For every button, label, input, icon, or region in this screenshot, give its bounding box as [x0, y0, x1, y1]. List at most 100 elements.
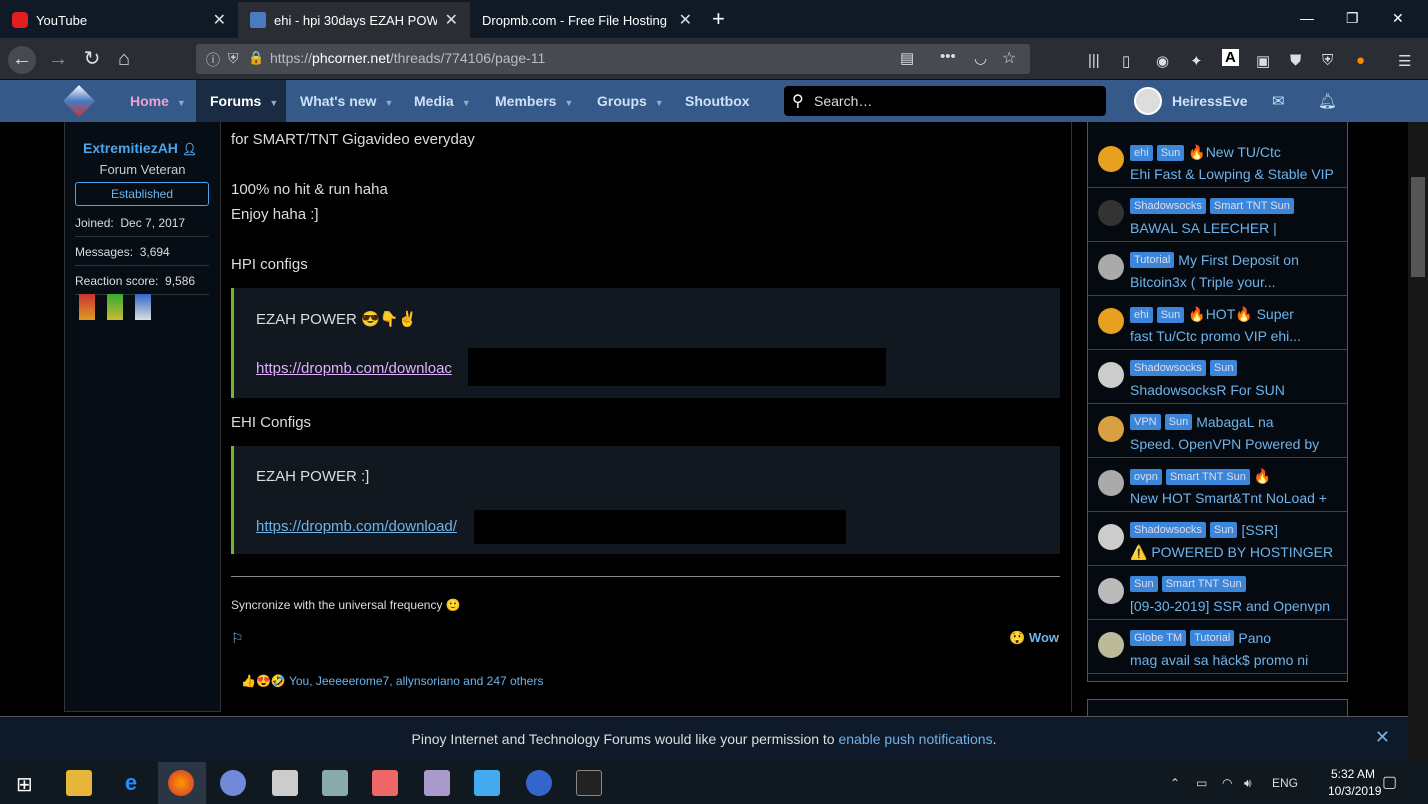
tab-dropmb[interactable]: Dropmb.com - Free File Hosting | D ✕ [470, 2, 704, 38]
page-scrollbar[interactable] [1408, 122, 1428, 762]
nav-home[interactable]: Home ▼ [130, 93, 186, 109]
edge-icon[interactable]: e [118, 770, 144, 796]
sidebar-thread-item[interactable]: ehi Sun 🔥HOT🔥 Super fast Tu/Ctc promo VIP e… [1088, 296, 1347, 350]
download-link[interactable]: https://dropmb.com/downloac [256, 360, 452, 377]
terminal-icon[interactable] [576, 770, 602, 796]
app-icon[interactable] [322, 770, 348, 796]
download-link[interactable]: https://dropmb.com/download/ [256, 518, 457, 535]
thread-title-line2[interactable]: Ehi Fast & Lowping & Stable VIP [1130, 166, 1334, 182]
thread-tag[interactable]: Sun [1209, 360, 1238, 376]
thread-tag[interactable]: Sun [1130, 576, 1158, 592]
thread-tag[interactable]: Sun [1156, 144, 1185, 161]
thread-title-line2[interactable]: BAWAL SA LEECHER | [1130, 220, 1277, 236]
account-icon[interactable]: ◉ [1156, 52, 1169, 70]
scrollbar-thumb[interactable] [1411, 177, 1425, 277]
wifi-icon[interactable]: ◠ [1222, 776, 1232, 790]
nav-media[interactable]: Media ▼ [414, 93, 471, 109]
privacy-icon[interactable]: ⛨ [1322, 52, 1333, 69]
thread-title-line2[interactable]: ShadowsocksR For SUN [1130, 382, 1285, 398]
reaction-list[interactable]: 👍😍🤣 You, Jeeeeerome7, allynsoriano and 2… [241, 674, 543, 688]
sidebar-thread-item[interactable]: Shadowsocks Sun ShadowsocksR For SUN [1088, 350, 1347, 404]
thread-title-line2[interactable]: [09-30-2019] SSR and Openvpn [1130, 598, 1330, 614]
clock[interactable]: 5:32 AM 10/3/2019 [1328, 766, 1381, 800]
tab-ehi[interactable]: ehi - hpi 30days EZAH POWER :] ✕ [238, 2, 470, 38]
reader-view-icon[interactable]: ▤ [900, 49, 914, 67]
tray-expand-icon[interactable]: ⌃ [1170, 776, 1180, 790]
ublock-icon[interactable]: ⛊ [1290, 52, 1301, 69]
inbox-icon[interactable]: ✉ [1272, 92, 1285, 110]
thread-tag[interactable]: Sun [1156, 306, 1185, 323]
search-input[interactable]: ⚲ Search… [784, 86, 1106, 116]
nav-shoutbox[interactable]: Shoutbox [685, 93, 750, 109]
avatar[interactable] [1098, 146, 1124, 172]
shield-icon[interactable]: ⛨ [228, 50, 239, 67]
avatar[interactable] [1098, 524, 1124, 550]
thread-tag[interactable]: Smart TNT Sun [1209, 198, 1294, 214]
thread-title-line2[interactable]: mag avail sa häck$ promo ni [1130, 652, 1308, 668]
thread-tag[interactable]: Globe TM [1130, 630, 1187, 646]
close-icon[interactable]: ✕ [679, 10, 692, 30]
avatar[interactable] [1098, 200, 1124, 226]
maximize-icon[interactable]: ❐ [1346, 10, 1359, 27]
avatar[interactable] [1098, 632, 1124, 658]
window-close-icon[interactable]: ✕ [1392, 10, 1404, 27]
thread-tag[interactable]: Shadowsocks [1130, 198, 1206, 214]
bell-icon[interactable]: 🔔︎ [1318, 92, 1337, 110]
avatar[interactable] [1098, 416, 1124, 442]
thread-tag[interactable]: ehi [1130, 144, 1153, 161]
sidebar-thread-item[interactable]: VPN Sun MabagaL na Speed. OpenVPN Powered b… [1088, 404, 1347, 458]
thread-tag[interactable]: Shadowsocks [1130, 360, 1206, 376]
poster-name[interactable]: ExtremitiezAH 👤︎ [83, 140, 197, 156]
firefox-icon[interactable] [168, 770, 194, 796]
windows-start-icon[interactable]: ⊞ [16, 772, 33, 797]
sidebar-icon[interactable]: ▯ [1122, 52, 1130, 70]
close-icon[interactable]: ✕ [1375, 727, 1390, 748]
thread-tag[interactable]: ehi [1130, 306, 1153, 323]
thread-tag[interactable]: Tutorial [1190, 630, 1235, 646]
forward-icon[interactable]: → [44, 46, 72, 74]
thread-tag[interactable]: Sun [1164, 414, 1193, 430]
volume-icon[interactable]: 🔊︎ [1244, 776, 1252, 791]
thread-title[interactable]: [SSR] [1241, 522, 1278, 538]
thread-title-line2[interactable]: ⚠️ POWERED BY HOSTINGER [1130, 544, 1333, 561]
thread-tag[interactable]: Tutorial [1130, 252, 1175, 268]
nav-groups[interactable]: Groups ▼ [597, 93, 664, 109]
nav-whats-new[interactable]: What's new ▼ [300, 93, 393, 109]
sidebar-thread-item[interactable]: Tutorial My First Deposit on Bitcoin3x ( T… [1088, 242, 1347, 296]
close-icon[interactable]: ✕ [445, 10, 458, 30]
enable-push-link[interactable]: enable push notifications [838, 731, 992, 747]
file-explorer-icon[interactable] [66, 770, 92, 796]
discord-icon[interactable] [220, 770, 246, 796]
sidebar-thread-item[interactable]: Shadowsocks Sun [SSR] ⚠️ POWERED BY HOSTING… [1088, 512, 1347, 566]
url-bar[interactable]: ⓘ ⛨ 🔒 https://phcorner.net/threads/77410… [196, 44, 1030, 74]
app-icon[interactable] [526, 770, 552, 796]
extension-icon[interactable]: ✦ [1190, 52, 1203, 70]
avatar[interactable] [1098, 308, 1124, 334]
sidebar-thread-item[interactable]: ehi Sun 🔥New TU/Ctc Ehi Fast & Lowping & St… [1088, 134, 1347, 188]
notification-center-icon[interactable]: ▢ [1382, 772, 1397, 792]
paint-icon[interactable] [424, 770, 450, 796]
thread-tag[interactable]: ovpn [1130, 468, 1162, 485]
avatar[interactable] [1098, 254, 1124, 280]
thread-title[interactable]: MabagaL na [1196, 414, 1273, 430]
url-text[interactable]: https://phcorner.net/threads/774106/page… [270, 50, 545, 66]
reload-icon[interactable]: ↻ [78, 46, 106, 74]
library-icon[interactable]: ||| [1088, 52, 1100, 69]
nav-forums[interactable]: Forums ▼ [210, 93, 278, 109]
thread-title-line2[interactable]: fast Tu/Ctc promo VIP ehi... [1130, 328, 1301, 344]
speaker-app-icon[interactable] [372, 770, 398, 796]
wow-reaction-button[interactable]: 😲 Wow [1009, 630, 1059, 646]
thread-title[interactable]: 🔥HOT🔥 Super [1188, 306, 1294, 323]
avatar[interactable] [1098, 362, 1124, 388]
sidebar-thread-item[interactable]: Shadowsocks Smart TNT Sun BAWAL SA LEECHER… [1088, 188, 1347, 242]
thread-title[interactable]: 🔥 [1254, 468, 1271, 485]
tab-youtube[interactable]: YouTube ✕ [0, 2, 238, 38]
pocket-icon[interactable]: ◡ [974, 49, 987, 67]
sidebar-thread-item[interactable]: Globe TM Tutorial Pano mag avail sa häck$ p… [1088, 620, 1347, 674]
avatar[interactable] [1098, 578, 1124, 604]
thread-tag[interactable]: VPN [1130, 414, 1161, 430]
thread-tag[interactable]: Sun [1209, 522, 1238, 538]
language-indicator[interactable]: ENG [1272, 776, 1298, 790]
minimize-icon[interactable]: — [1300, 10, 1314, 26]
thread-tag[interactable]: Smart TNT Sun [1165, 468, 1250, 485]
